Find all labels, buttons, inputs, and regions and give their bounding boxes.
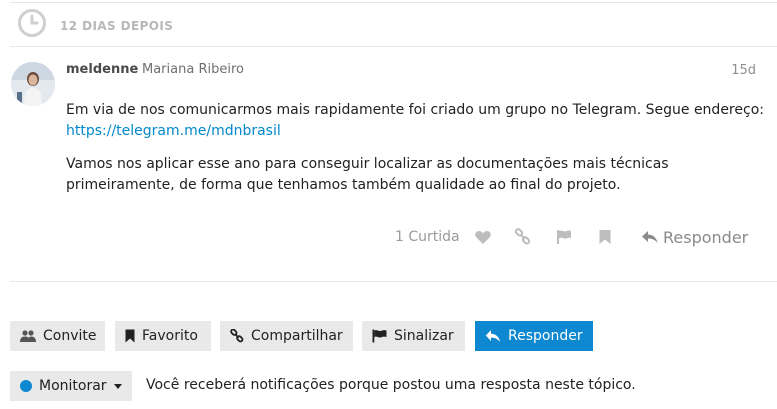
flag-icon[interactable] [555,228,573,246]
time-gap-label: 12 DIAS DEPOIS [60,19,174,33]
share-button[interactable]: Compartilhar [220,321,353,351]
bookmark-icon [125,329,135,343]
bookmark-button-label: Favorito [142,328,198,344]
link-icon [230,329,244,343]
telegram-link[interactable]: https://telegram.me/mdnbrasil [66,123,281,139]
bookmark-button[interactable]: Favorito [115,321,211,351]
clock-icon [17,8,47,38]
post-paragraph: Vamos nos aplicar esse ano para consegui… [66,156,669,193]
post-reply-button[interactable]: Responder [641,227,748,247]
avatar[interactable] [11,62,55,106]
flag-button[interactable]: Sinalizar [362,321,465,351]
share-button-label: Compartilhar [251,328,343,344]
flag-button-label: Sinalizar [394,328,454,344]
caret-down-icon [113,383,122,389]
post-date[interactable]: 15d [731,63,756,78]
like-count[interactable]: 1 Curtida [395,229,460,245]
reply-icon [485,330,500,342]
users-icon [20,330,36,342]
reply-button[interactable]: Responder [475,321,593,351]
post-text: Em via de nos comunicarmos mais rapidame… [66,102,764,118]
post-divider [10,281,777,282]
post-reply-label: Responder [663,227,749,247]
post-username[interactable]: meldenne [66,62,138,77]
invite-button-label: Convite [43,328,97,344]
post-full-name: Mariana Ribeiro [142,62,244,77]
bookmark-icon[interactable] [596,228,614,246]
reply-button-label: Responder [508,328,583,344]
post-divider [10,46,777,47]
post-paragraph: Em via de nos comunicarmos mais rapidame… [66,100,766,142]
heart-icon[interactable] [474,228,492,246]
time-gap-divider [10,2,777,3]
notification-description: Você receberá notificações porque postou… [146,377,636,393]
tracking-status-icon [20,380,32,392]
reply-icon [642,231,658,243]
flag-icon [372,329,387,343]
post-body: Em via de nos comunicarmos mais rapidame… [66,100,766,208]
link-icon[interactable] [514,228,532,246]
notification-level-dropdown[interactable]: Monitorar [10,371,132,401]
invite-button[interactable]: Convite [10,321,105,351]
notification-level-label: Monitorar [39,378,107,394]
